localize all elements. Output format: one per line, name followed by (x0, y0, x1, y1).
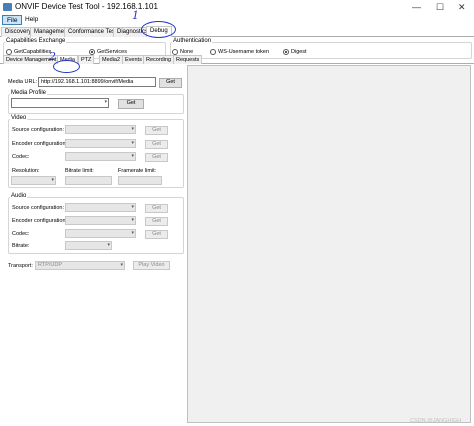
authentication-legend: Authentication (172, 38, 213, 44)
tab-requests[interactable]: Requests (173, 55, 203, 64)
audio-encoder-configuration-label: Encoder configuration: (12, 218, 68, 224)
chevron-down-icon: ▾ (131, 153, 134, 159)
play-video-button[interactable]: Play Video (133, 261, 170, 270)
chevron-down-icon: ▾ (120, 262, 123, 268)
transport-value: RTP/UDP (38, 262, 63, 268)
audio-source-configuration-label: Source configuration: (12, 205, 64, 211)
media-profile-select[interactable]: ▾ (11, 98, 109, 108)
video-encoder-configuration-select[interactable]: ▾ (65, 139, 136, 148)
video-codec-select[interactable]: ▾ (65, 152, 136, 161)
video-codec-get-button[interactable]: Get (145, 153, 168, 162)
audio-encoder-configuration-select[interactable]: ▾ (65, 216, 136, 225)
tab-recording[interactable]: Recording (143, 55, 175, 64)
chevron-down-icon: ▾ (131, 204, 134, 210)
minimize-icon[interactable]: — (412, 2, 421, 12)
tab-ptz[interactable]: PTZ (78, 55, 95, 64)
media-url-input[interactable]: http://192.168.1.101:8899/onvif/Media (38, 77, 156, 87)
chevron-down-icon: ▾ (104, 99, 107, 105)
audio-encoder-configuration-get-button[interactable]: Get (145, 217, 168, 226)
video-display-panel (187, 65, 471, 423)
app-icon (3, 3, 12, 11)
close-icon[interactable]: ✕ (458, 2, 466, 13)
transport-select[interactable]: RTP/UDP ▾ (35, 261, 125, 270)
main-tab-strip: Discovery Management Conformance Test Di… (0, 26, 474, 37)
video-source-configuration-select[interactable]: ▾ (65, 125, 136, 134)
annotation-circle-media (53, 60, 80, 73)
watermark: CSDN @JANGHIGH (410, 418, 462, 424)
audio-source-configuration-select[interactable]: ▾ (65, 203, 136, 212)
video-codec-label: Codec: (12, 154, 30, 160)
media-profile-get-button[interactable]: Get (118, 99, 144, 109)
video-framerate-limit-input[interactable] (118, 176, 162, 185)
menu-help[interactable]: Help (21, 15, 42, 25)
audio-source-configuration-get-button[interactable]: Get (145, 204, 168, 213)
annotation-circle-debug (141, 21, 176, 38)
audio-codec-get-button[interactable]: Get (145, 230, 168, 239)
chevron-down-icon: ▾ (131, 126, 134, 132)
video-source-configuration-get-button[interactable]: Get (145, 126, 168, 135)
audio-codec-label: Codec: (12, 231, 30, 237)
media-url-label: Media URL: (8, 79, 38, 85)
annotation-number-1: 1 (132, 9, 139, 22)
video-resolution-select[interactable]: ▾ (11, 176, 56, 185)
video-framerate-limit-label: Framerate limit: (118, 168, 157, 174)
maximize-icon[interactable]: ☐ (436, 2, 444, 13)
media-profile-legend: Media Profile (10, 90, 48, 96)
menu-bar: File Help (0, 14, 474, 26)
audio-bitrate-select[interactable]: ▾ (65, 241, 112, 250)
video-bitrate-limit-label: Bitrate limit: (65, 168, 94, 174)
video-resolution-label: Resolution: (12, 168, 40, 174)
video-encoder-configuration-label: Encoder configuration: (12, 141, 68, 147)
video-source-configuration-label: Source configuration: (12, 127, 64, 133)
media-url-get-button[interactable]: Get (159, 78, 182, 88)
tab-events[interactable]: Events (122, 55, 145, 64)
transport-label: Transport: (8, 263, 33, 269)
chevron-down-icon: ▾ (51, 177, 54, 183)
tab-media2[interactable]: Media2 (99, 55, 124, 64)
chevron-down-icon: ▾ (107, 242, 110, 248)
chevron-down-icon: ▾ (131, 217, 134, 223)
chevron-down-icon: ▾ (131, 230, 134, 236)
audio-legend: Audio (10, 193, 28, 199)
video-encoder-configuration-get-button[interactable]: Get (145, 140, 168, 149)
audio-bitrate-label: Bitrate: (12, 243, 30, 249)
annotation-number-2: 2 (49, 50, 56, 63)
capabilities-exchange-legend: Capabilities Exchange (5, 38, 67, 44)
title-bar: ONVIF Device Test Tool - 192.168.1.101 —… (0, 0, 474, 14)
chevron-down-icon: ▾ (131, 140, 134, 146)
audio-codec-select[interactable]: ▾ (65, 229, 136, 238)
menu-file[interactable]: File (2, 15, 23, 25)
video-legend: Video (10, 115, 28, 121)
video-bitrate-limit-input[interactable] (65, 176, 112, 185)
